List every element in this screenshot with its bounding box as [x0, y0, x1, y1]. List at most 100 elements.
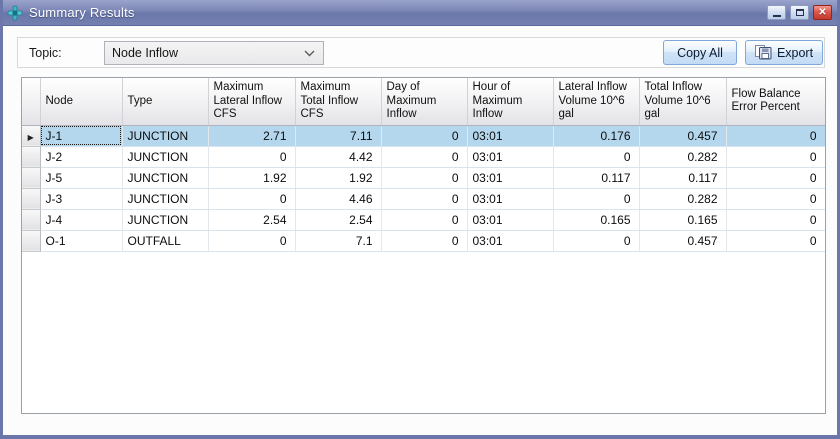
column-header-day_of_max[interactable]: Day of Maximum Inflow — [381, 78, 468, 126]
cell-hour_of_max[interactable]: 03:01 — [467, 167, 554, 189]
close-icon: ✕ — [818, 6, 827, 18]
table-row[interactable]: J-2 JUNCTION 0 4.42 0 03:01 0 0.282 0 — [22, 146, 825, 168]
table-row[interactable]: J-3 JUNCTION 0 4.46 0 03:01 0 0.282 0 — [22, 188, 825, 210]
cell-flow_balance[interactable]: 0 — [726, 188, 825, 210]
copy-all-label: Copy All — [677, 45, 723, 60]
cell-hour_of_max[interactable]: 03:01 — [467, 125, 554, 147]
row-indicator[interactable] — [22, 230, 41, 252]
copy-all-button[interactable]: Copy All — [663, 40, 737, 65]
table-row[interactable]: J-5 JUNCTION 1.92 1.92 0 03:01 0.117 0.117 0 — [22, 167, 825, 189]
column-header-total_volume[interactable]: Total Inflow Volume 10^6 gal — [639, 78, 727, 126]
table-row[interactable]: O-1 OUTFALL 0 7.1 0 03:01 0 0.457 0 — [22, 230, 825, 252]
column-header-max_lateral_inflow[interactable]: Maximum Lateral Inflow CFS — [208, 78, 296, 126]
close-button[interactable]: ✕ — [813, 5, 832, 20]
row-indicator[interactable] — [22, 146, 41, 168]
cell-type[interactable]: JUNCTION — [122, 209, 209, 231]
window-title: Summary Results — [29, 5, 135, 20]
node-icon — [7, 5, 23, 21]
row-indicator[interactable]: ▶ — [22, 125, 41, 147]
topic-label: Topic: — [29, 46, 62, 60]
cell-type[interactable]: JUNCTION — [122, 146, 209, 168]
column-header-node[interactable]: Node — [40, 78, 123, 126]
cell-lateral_volume[interactable]: 0.117 — [553, 167, 640, 189]
cell-node[interactable]: J-1 — [40, 125, 123, 147]
window-controls: ✕ — [767, 5, 832, 20]
chevron-down-icon — [304, 50, 315, 57]
cell-max_lateral_inflow[interactable]: 0 — [208, 230, 296, 252]
cell-max_total_inflow[interactable]: 4.42 — [295, 146, 382, 168]
cell-day_of_max[interactable]: 0 — [381, 125, 468, 147]
table-row[interactable]: ▶ J-1 JUNCTION 2.71 7.11 0 03:01 0.176 0.457 0 — [22, 125, 825, 147]
cell-lateral_volume[interactable]: 0 — [553, 188, 640, 210]
cell-max_total_inflow[interactable]: 1.92 — [295, 167, 382, 189]
cell-flow_balance[interactable]: 0 — [726, 209, 825, 231]
cell-node[interactable]: J-5 — [40, 167, 123, 189]
cell-node[interactable]: J-2 — [40, 146, 123, 168]
cell-day_of_max[interactable]: 0 — [381, 146, 468, 168]
cell-node[interactable]: J-4 — [40, 209, 123, 231]
summary-results-window: Summary Results ✕ Topic: Node Inflow Cop… — [0, 0, 840, 439]
row-indicator-header[interactable] — [22, 78, 41, 126]
cell-total_volume[interactable]: 0.457 — [639, 125, 727, 147]
cell-flow_balance[interactable]: 0 — [726, 167, 825, 189]
cell-flow_balance[interactable]: 0 — [726, 146, 825, 168]
cell-max_total_inflow[interactable]: 7.11 — [295, 125, 382, 147]
cell-total_volume[interactable]: 0.457 — [639, 230, 727, 252]
cell-max_total_inflow[interactable]: 4.46 — [295, 188, 382, 210]
export-save-icon — [754, 45, 772, 60]
cell-lateral_volume[interactable]: 0 — [553, 146, 640, 168]
cell-hour_of_max[interactable]: 03:01 — [467, 146, 554, 168]
cell-max_lateral_inflow[interactable]: 1.92 — [208, 167, 296, 189]
cell-total_volume[interactable]: 0.117 — [639, 167, 727, 189]
cell-day_of_max[interactable]: 0 — [381, 230, 468, 252]
cell-type[interactable]: OUTFALL — [122, 230, 209, 252]
cell-max_total_inflow[interactable]: 2.54 — [295, 209, 382, 231]
export-button[interactable]: Export — [745, 40, 823, 65]
cell-max_lateral_inflow[interactable]: 2.71 — [208, 125, 296, 147]
header-row: Node Type Maximum Lateral Inflow CFS Maximu… — [22, 78, 825, 126]
cell-max_lateral_inflow[interactable]: 2.54 — [208, 209, 296, 231]
cell-hour_of_max[interactable]: 03:01 — [467, 188, 554, 210]
maximize-button[interactable] — [790, 5, 809, 20]
cell-day_of_max[interactable]: 0 — [381, 209, 468, 231]
minimize-button[interactable] — [767, 5, 786, 20]
results-grid: Node Type Maximum Lateral Inflow CFS Maximu… — [21, 77, 826, 414]
topic-dropdown[interactable]: Node Inflow — [104, 41, 324, 65]
column-header-type[interactable]: Type — [122, 78, 209, 126]
cell-total_volume[interactable]: 0.282 — [639, 188, 727, 210]
cell-hour_of_max[interactable]: 03:01 — [467, 230, 554, 252]
cell-day_of_max[interactable]: 0 — [381, 167, 468, 189]
cell-type[interactable]: JUNCTION — [122, 125, 209, 147]
column-header-flow_balance[interactable]: Flow Balance Error Percent — [726, 78, 825, 126]
cell-lateral_volume[interactable]: 0.176 — [553, 125, 640, 147]
row-indicator[interactable] — [22, 209, 41, 231]
toolbar-panel: Topic: Node Inflow Copy All Export — [17, 37, 825, 68]
cell-lateral_volume[interactable]: 0.165 — [553, 209, 640, 231]
results-table: Node Type Maximum Lateral Inflow CFS Maximu… — [22, 78, 825, 252]
minimize-icon — [772, 15, 781, 17]
cell-node[interactable]: J-3 — [40, 188, 123, 210]
cell-max_total_inflow[interactable]: 7.1 — [295, 230, 382, 252]
cell-type[interactable]: JUNCTION — [122, 167, 209, 189]
titlebar[interactable]: Summary Results ✕ — [3, 0, 837, 26]
topic-dropdown-value: Node Inflow — [112, 46, 179, 60]
toolbar-buttons: Copy All Export — [663, 40, 823, 65]
maximize-icon — [795, 9, 804, 16]
row-indicator[interactable] — [22, 167, 41, 189]
cell-max_lateral_inflow[interactable]: 0 — [208, 188, 296, 210]
cell-total_volume[interactable]: 0.282 — [639, 146, 727, 168]
cell-hour_of_max[interactable]: 03:01 — [467, 209, 554, 231]
column-header-hour_of_max[interactable]: Hour of Maximum Inflow — [467, 78, 554, 126]
table-row[interactable]: J-4 JUNCTION 2.54 2.54 0 03:01 0.165 0.165 0 — [22, 209, 825, 231]
cell-flow_balance[interactable]: 0 — [726, 230, 825, 252]
cell-node[interactable]: O-1 — [40, 230, 123, 252]
cell-flow_balance[interactable]: 0 — [726, 125, 825, 147]
column-header-lateral_volume[interactable]: Lateral Inflow Volume 10^6 gal — [553, 78, 640, 126]
cell-max_lateral_inflow[interactable]: 0 — [208, 146, 296, 168]
cell-day_of_max[interactable]: 0 — [381, 188, 468, 210]
column-header-max_total_inflow[interactable]: Maximum Total Inflow CFS — [295, 78, 382, 126]
cell-total_volume[interactable]: 0.165 — [639, 209, 727, 231]
cell-type[interactable]: JUNCTION — [122, 188, 209, 210]
row-indicator[interactable] — [22, 188, 41, 210]
cell-lateral_volume[interactable]: 0 — [553, 230, 640, 252]
